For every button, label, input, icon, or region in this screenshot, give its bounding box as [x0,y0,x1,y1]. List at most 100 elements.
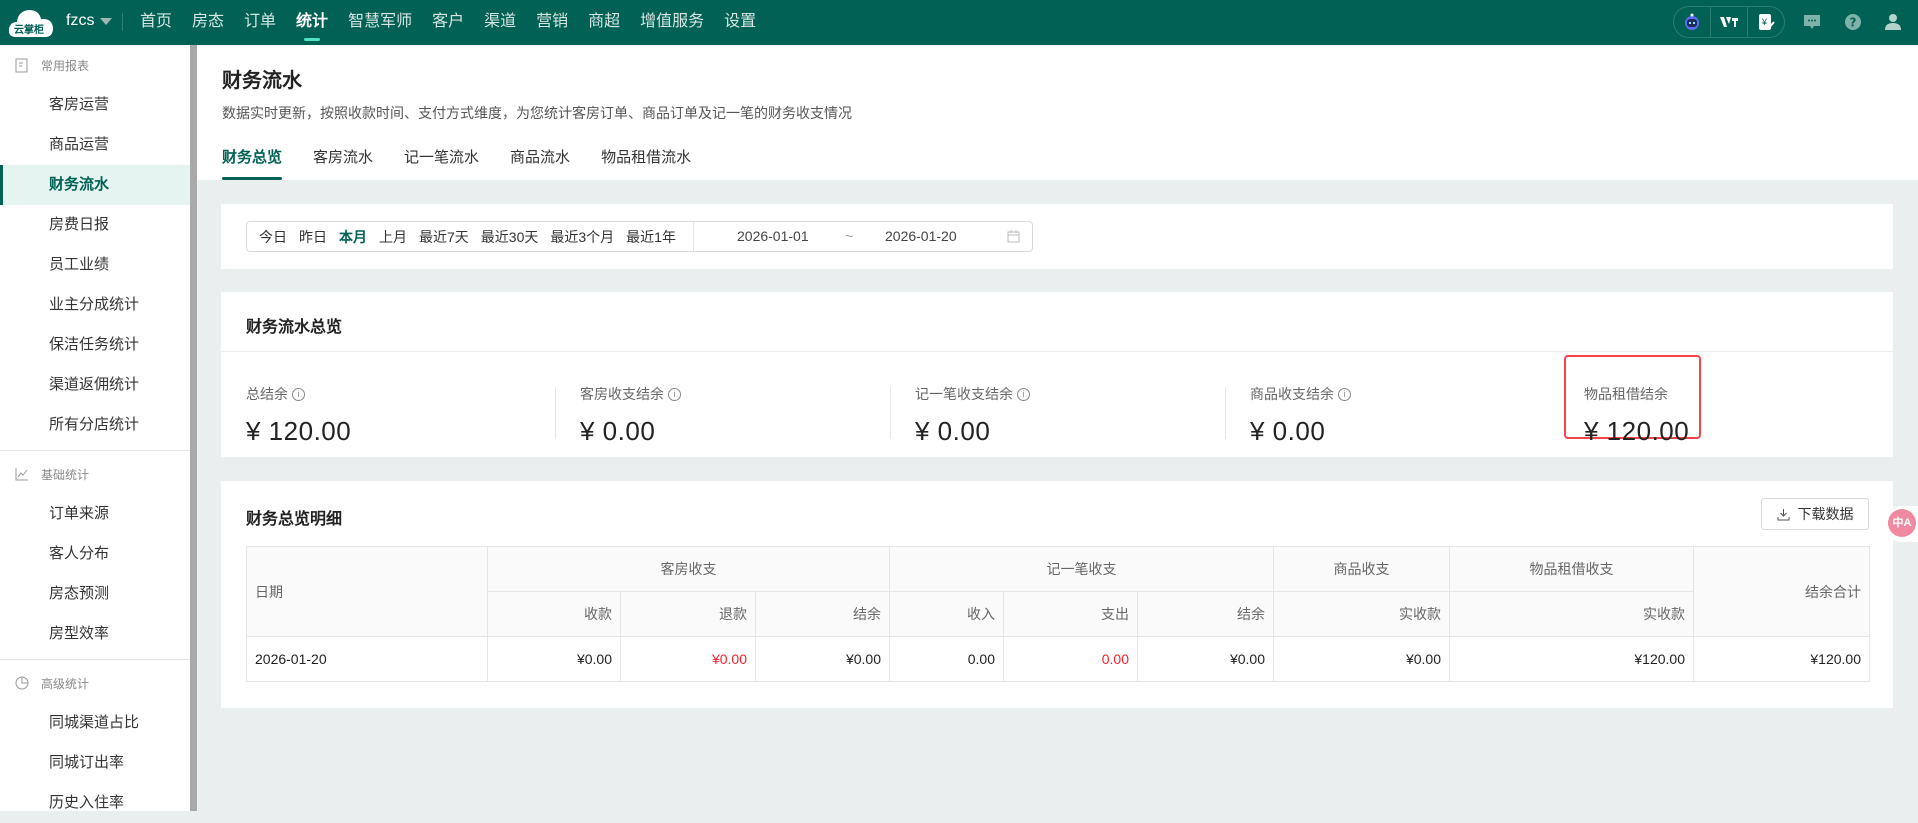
nav-item[interactable]: 房态 [182,0,234,45]
sidebar-item[interactable]: 房态预测 [0,574,190,614]
table-row: 2026-01-20 ¥0.00 ¥0.00 ¥0.00 0.00 0.00 ¥0.00 ¥0… [246,636,1870,682]
page-title: 财务流水 [222,70,302,92]
info-icon[interactable]: i [1017,387,1030,401]
stat-value: ¥ 120.00 [246,416,352,446]
sidebar-item[interactable]: 所有分店统计 [0,405,190,445]
divider [0,450,190,451]
sidebar-item[interactable]: 保洁任务统计 [0,325,190,365]
calendar-icon[interactable] [1007,230,1020,243]
cell-value: ¥0.00 [755,636,890,682]
user-avatar-icon[interactable] [1882,11,1904,33]
nav-item[interactable]: 商超 [578,0,630,45]
quick-range-option[interactable]: 最近3个月 [550,227,614,247]
col-total: 结余合计 [1693,546,1870,637]
stat-label: 记一笔收支结余 [915,386,1013,402]
overview-card: 财务流水总览 总结余 i ¥ 120.00 客房收支结余 i ¥ 0.00 记一笔收支结余 i… [221,292,1893,457]
help-icon[interactable]: ? [1842,11,1864,33]
tab-3[interactable]: 商品流水 [510,146,570,180]
sub-header: 退款 [620,591,756,637]
stat-0: 总结余 i ¥ 120.00 [246,384,351,447]
tab-0[interactable]: 财务总览 [222,146,283,180]
caret-down-icon [100,17,113,25]
detail-card: 财务总览明细 下载数据 日期 客房收支 记一笔收支 商品收支 物品租借收支 结余… [221,481,1893,708]
sidebar-item[interactable]: 同城渠道占比 [0,703,190,743]
sidebar-item[interactable]: 渠道返佣统计 [0,365,190,405]
stat-label: 商品收支结余 [1250,386,1334,402]
sidebar-item[interactable]: 客人分布 [0,534,190,574]
tab-4[interactable]: 物品租借流水 [601,146,691,180]
sidebar-item[interactable]: 员工业绩 [0,245,190,285]
info-icon[interactable]: i [1338,387,1351,401]
translate-widget[interactable]: 中A [1884,506,1918,542]
date-filter: 今日 昨日 本月 上月 最近7天 最近30天 最近3个月 最近1年 2026-01-01 ~ … [246,221,1033,252]
tab-1[interactable]: 客房流水 [313,146,373,180]
translate-icon: 中A [1888,509,1916,537]
group-goods: 商品收支 [1273,546,1450,592]
quick-range-option[interactable]: 本月 [339,227,367,247]
divider [221,351,1893,352]
col-date: 日期 [246,546,488,637]
message-icon[interactable] [1801,11,1823,33]
quick-range-option[interactable]: 上月 [379,227,407,247]
tool-group: ¥ [1673,6,1785,38]
store-selector[interactable]: fzcs [66,12,113,30]
sidebar-item[interactable]: 财务流水 [0,165,190,205]
stat-label-row: 商品收支结余 i [1250,384,1351,404]
info-icon[interactable]: i [668,387,681,401]
sub-header: 实收款 [1449,591,1694,637]
sidebar-item[interactable]: 同城订出率 [0,743,190,783]
sidebar-section-0: 常用报表 [0,45,190,85]
overview-title: 财务流水总览 [246,319,343,336]
group-room: 客房收支 [487,546,890,592]
cell-value: ¥0.00 [1137,636,1274,682]
yunzhanggui-logo[interactable]: 云掌柜 [8,7,54,39]
sub-header: 结余 [755,591,890,637]
download-label: 下载数据 [1797,506,1854,522]
sidebar-item[interactable]: 历史入住率 [0,783,190,823]
quick-range-option[interactable]: 最近30天 [481,227,539,247]
nav-item[interactable]: 首页 [130,0,182,45]
sidebar-item[interactable]: 客房运营 [0,85,190,125]
stat-3: 商品收支结余 i ¥ 0.00 [1250,384,1351,447]
cell-date: 2026-01-20 [246,636,488,682]
stat-1: 客房收支结余 i ¥ 0.00 [580,384,681,447]
sidebar: 常用报表 客房运营 商品运营 财务流水 房费日报 员工业绩 业主分成统计 保洁任务统计 渠道返佣… [0,45,190,811]
ai-robot-icon[interactable] [1674,7,1711,37]
sidebar-item[interactable]: 房型效率 [0,614,190,654]
svg-text:云掌柜: 云掌柜 [14,23,44,36]
stat-value: ¥ 120.00 [1584,416,1690,446]
nav-item[interactable]: 设置 [714,0,766,45]
svg-text:?: ? [1850,16,1857,30]
download-data-button[interactable]: 下载数据 [1761,498,1869,530]
nav-item[interactable]: 营销 [526,0,578,45]
sidebar-item[interactable]: 商品运营 [0,125,190,165]
nav-item[interactable]: 订单 [234,0,286,45]
sidebar-item[interactable]: 订单来源 [0,494,190,534]
quick-range-option[interactable]: 今日 [259,227,287,247]
quick-range-option[interactable]: 最近7天 [419,227,469,247]
nav-item[interactable]: 智慧军师 [338,0,422,45]
report-icon [15,58,28,72]
quick-range-group: 今日 昨日 本月 上月 最近7天 最近30天 最近3个月 最近1年 [247,227,676,247]
detail-title: 财务总览明细 [246,511,343,528]
cell-value: ¥0.00 [487,636,621,682]
stat-label-row: 客房收支结余 i [580,384,681,404]
tab-2[interactable]: 记一笔流水 [404,146,479,180]
nav-item[interactable]: 增值服务 [630,0,714,45]
sidebar-item[interactable]: 房费日报 [0,205,190,245]
nav-item[interactable]: 客户 [422,0,474,45]
info-icon[interactable]: i [292,387,305,401]
sidebar-item[interactable]: 业主分成统计 [0,285,190,325]
quick-range-option[interactable]: 最近1年 [626,227,676,247]
tab-bar: 财务总览 客房流水 记一笔流水 商品流水 物品租借流水 [222,146,691,180]
nav-item[interactable]: 统计 [286,0,338,45]
end-date-input[interactable]: 2026-01-20 [885,228,957,244]
stat-label: 客房收支结余 [580,386,664,402]
store-name: fzcs [66,12,95,29]
start-date-input[interactable]: 2026-01-01 [737,228,809,244]
sidebar-scrollbar[interactable] [190,45,197,811]
nav-item[interactable]: 渠道 [474,0,526,45]
quick-range-option[interactable]: 昨日 [299,227,327,247]
brand-app-icon[interactable] [1711,7,1748,37]
invoice-icon[interactable]: ¥ [1748,7,1784,37]
